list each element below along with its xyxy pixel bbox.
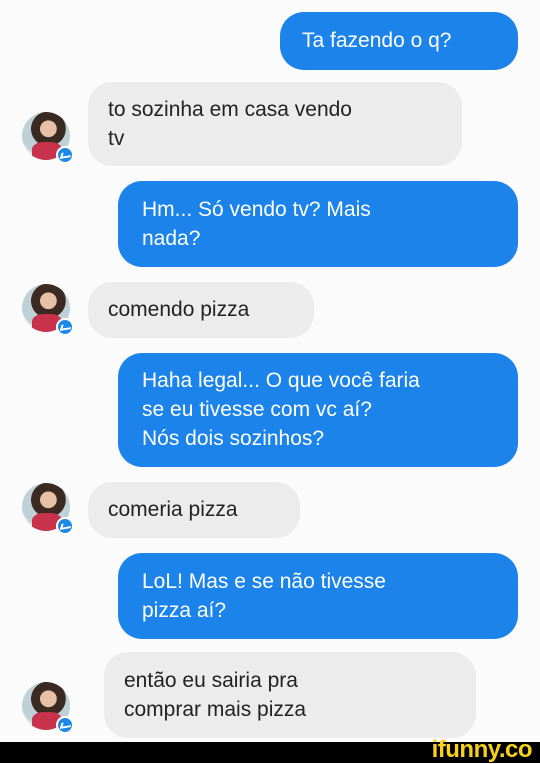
- message-incoming[interactable]: comendo pizza: [88, 282, 314, 338]
- message-outgoing[interactable]: Ta fazendo o q?: [280, 12, 518, 70]
- message-incoming[interactable]: to sozinha em casa vendo tv: [88, 82, 462, 166]
- messenger-badge-icon: [56, 146, 74, 164]
- message-outgoing[interactable]: Haha legal... O que você faria se eu tiv…: [118, 353, 518, 467]
- watermark-bar: ifunny.co: [0, 736, 540, 763]
- message-incoming[interactable]: comeria pizza: [88, 482, 300, 538]
- messenger-badge-icon: [56, 318, 74, 336]
- messenger-badge-icon: [56, 716, 74, 734]
- message-incoming[interactable]: então eu sairia pra comprar mais pizza: [104, 652, 476, 738]
- contact-avatar[interactable]: [22, 682, 74, 734]
- message-outgoing[interactable]: LoL! Mas e se não tivesse pizza aí?: [118, 553, 518, 639]
- messenger-badge-icon: [56, 517, 74, 535]
- contact-avatar[interactable]: [22, 284, 74, 336]
- contact-avatar[interactable]: [22, 112, 74, 164]
- ifunny-logo: ifunny.co: [431, 736, 533, 763]
- message-outgoing[interactable]: Hm... Só vendo tv? Mais nada?: [118, 181, 518, 267]
- contact-avatar[interactable]: [22, 483, 74, 535]
- chat-thread: Ta fazendo o q? to sozinha em casa vendo…: [0, 0, 540, 742]
